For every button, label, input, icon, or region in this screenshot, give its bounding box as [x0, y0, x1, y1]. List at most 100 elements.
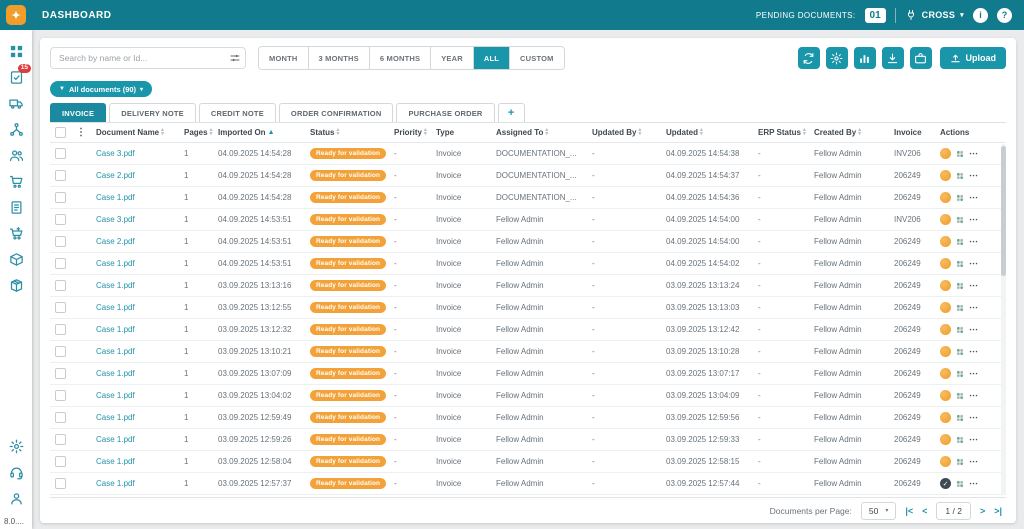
- document-link[interactable]: Case 1.pdf: [96, 413, 135, 422]
- document-link[interactable]: Case 1.pdf: [96, 325, 135, 334]
- archive-button[interactable]: [910, 47, 932, 69]
- integration-icon[interactable]: [955, 281, 965, 291]
- erp-pending-icon[interactable]: [940, 148, 951, 159]
- erp-pending-icon[interactable]: [940, 324, 951, 335]
- tab-credit-note[interactable]: CREDIT NOTE: [199, 103, 276, 122]
- scrollbar[interactable]: [1001, 144, 1006, 495]
- integration-icon[interactable]: [955, 369, 965, 379]
- integration-icon[interactable]: [955, 391, 965, 401]
- row-menu-icon[interactable]: ⋯: [969, 368, 979, 379]
- column-header-created-by[interactable]: Created By▴▾: [814, 128, 894, 137]
- row-checkbox[interactable]: [55, 258, 66, 269]
- row-menu-icon[interactable]: ⋯: [969, 478, 979, 489]
- table-row[interactable]: Case 1.pdf103.09.2025 13:12:32Ready for …: [50, 319, 1006, 341]
- sync-button[interactable]: [798, 47, 820, 69]
- column-header-erp-status[interactable]: ERP Status▴▾: [758, 128, 814, 137]
- date-filter-all[interactable]: ALL: [474, 47, 510, 69]
- tab-order-confirmation[interactable]: ORDER CONFIRMATION: [279, 103, 394, 122]
- sort-icon[interactable]: ▴▾: [638, 129, 641, 135]
- row-menu-icon[interactable]: ⋯: [969, 302, 979, 313]
- row-checkbox[interactable]: [55, 478, 66, 489]
- table-row[interactable]: Case 3.pdf104.09.2025 14:53:51Ready for …: [50, 209, 1006, 231]
- per-page-select[interactable]: 50 ▾: [861, 502, 896, 520]
- app-logo[interactable]: ✦: [0, 0, 32, 30]
- sidebar-item-cart[interactable]: [0, 168, 32, 194]
- integration-icon[interactable]: [955, 215, 965, 225]
- column-header-priority[interactable]: Priority▴▾: [394, 128, 436, 137]
- sidebar-item-workflow[interactable]: [0, 116, 32, 142]
- erp-pending-icon[interactable]: [940, 170, 951, 181]
- column-header-document-name[interactable]: Document Name▴▾: [96, 128, 184, 137]
- table-row[interactable]: Case 1.pdf103.09.2025 13:04:02Ready for …: [50, 385, 1006, 407]
- prev-page-button[interactable]: <: [922, 506, 927, 516]
- sidebar-item-profile[interactable]: [0, 485, 32, 511]
- sort-icon[interactable]: ▴▾: [700, 129, 703, 135]
- table-row[interactable]: Case 3.pdf104.09.2025 14:54:28Ready for …: [50, 143, 1006, 165]
- filter-sliders-icon[interactable]: [229, 52, 241, 64]
- erp-pending-icon[interactable]: [940, 214, 951, 225]
- export-button[interactable]: [882, 47, 904, 69]
- column-header-updated-by[interactable]: Updated By▴▾: [592, 128, 666, 137]
- document-link[interactable]: Case 2.pdf: [96, 171, 135, 180]
- sort-icon[interactable]: ▲: [268, 129, 275, 136]
- analytics-button[interactable]: [854, 47, 876, 69]
- row-checkbox[interactable]: [55, 434, 66, 445]
- document-link[interactable]: Case 3.pdf: [96, 149, 135, 158]
- date-filter-6-months[interactable]: 6 MONTHS: [370, 47, 431, 69]
- date-filter-3-months[interactable]: 3 MONTHS: [309, 47, 370, 69]
- row-checkbox[interactable]: [55, 214, 66, 225]
- erp-pending-icon[interactable]: [940, 412, 951, 423]
- date-filter-month[interactable]: MONTH: [259, 47, 309, 69]
- row-checkbox[interactable]: [55, 280, 66, 291]
- integration-icon[interactable]: [955, 457, 965, 467]
- row-checkbox[interactable]: [55, 324, 66, 335]
- scrollbar-thumb[interactable]: [1001, 146, 1006, 276]
- document-link[interactable]: Case 1.pdf: [96, 193, 135, 202]
- sort-icon[interactable]: ▴▾: [336, 129, 339, 135]
- row-menu-icon[interactable]: ⋯: [969, 214, 979, 225]
- integration-icon[interactable]: [955, 237, 965, 247]
- erp-pending-icon[interactable]: [940, 346, 951, 357]
- row-menu-icon[interactable]: ⋯: [969, 280, 979, 291]
- integration-icon[interactable]: [955, 479, 965, 489]
- document-link[interactable]: Case 2.pdf: [96, 237, 135, 246]
- row-menu-icon[interactable]: ⋯: [969, 456, 979, 467]
- settings-button[interactable]: [826, 47, 848, 69]
- table-row[interactable]: Case 1.pdf103.09.2025 12:59:26Ready for …: [50, 429, 1006, 451]
- sidebar-item-delivery[interactable]: [0, 90, 32, 116]
- row-checkbox[interactable]: [55, 236, 66, 247]
- table-row[interactable]: Case 1.pdf103.09.2025 12:58:04Ready for …: [50, 451, 1006, 473]
- last-page-button[interactable]: >|: [994, 506, 1002, 516]
- tab-delivery-note[interactable]: DELIVERY NOTE: [109, 103, 196, 122]
- erp-pending-icon[interactable]: [940, 368, 951, 379]
- table-row[interactable]: Case 1.pdf104.09.2025 14:54:28Ready for …: [50, 187, 1006, 209]
- document-link[interactable]: Case 1.pdf: [96, 391, 135, 400]
- sort-icon[interactable]: ▴▾: [545, 129, 548, 135]
- document-link[interactable]: Case 1.pdf: [96, 259, 135, 268]
- erp-pending-icon[interactable]: [940, 390, 951, 401]
- erp-pending-icon[interactable]: [940, 280, 951, 291]
- integration-icon[interactable]: [955, 435, 965, 445]
- column-header-pages[interactable]: Pages▴▾: [184, 128, 218, 137]
- row-checkbox[interactable]: [55, 346, 66, 357]
- table-row[interactable]: Case 1.pdf104.09.2025 14:53:51Ready for …: [50, 253, 1006, 275]
- sort-icon[interactable]: ▴▾: [424, 129, 427, 135]
- row-menu-icon[interactable]: ⋯: [969, 258, 979, 269]
- table-row[interactable]: Case 1.pdf103.09.2025 13:07:09Ready for …: [50, 363, 1006, 385]
- row-checkbox[interactable]: [55, 192, 66, 203]
- tab-invoice[interactable]: INVOICE: [50, 103, 106, 122]
- erp-pending-icon[interactable]: [940, 456, 951, 467]
- document-link[interactable]: Case 1.pdf: [96, 347, 135, 356]
- document-link[interactable]: Case 1.pdf: [96, 281, 135, 290]
- table-row[interactable]: Case 2.pdf104.09.2025 14:54:28Ready for …: [50, 165, 1006, 187]
- row-checkbox[interactable]: [55, 148, 66, 159]
- document-link[interactable]: Case 1.pdf: [96, 457, 135, 466]
- sidebar-item-invoice-docs[interactable]: [0, 194, 32, 220]
- row-menu-icon[interactable]: ⋯: [969, 434, 979, 445]
- column-menu-icon[interactable]: ⋮: [76, 127, 96, 138]
- tab-purchase-order[interactable]: PURCHASE ORDER: [396, 103, 494, 122]
- sidebar-item-tasks[interactable]: 15: [0, 64, 32, 90]
- sidebar-item-procurement[interactable]: [0, 220, 32, 246]
- info-button[interactable]: i: [973, 8, 988, 23]
- table-row[interactable]: sv invoice (ay sois)210.09.2025 15:55:42…: [50, 495, 1006, 497]
